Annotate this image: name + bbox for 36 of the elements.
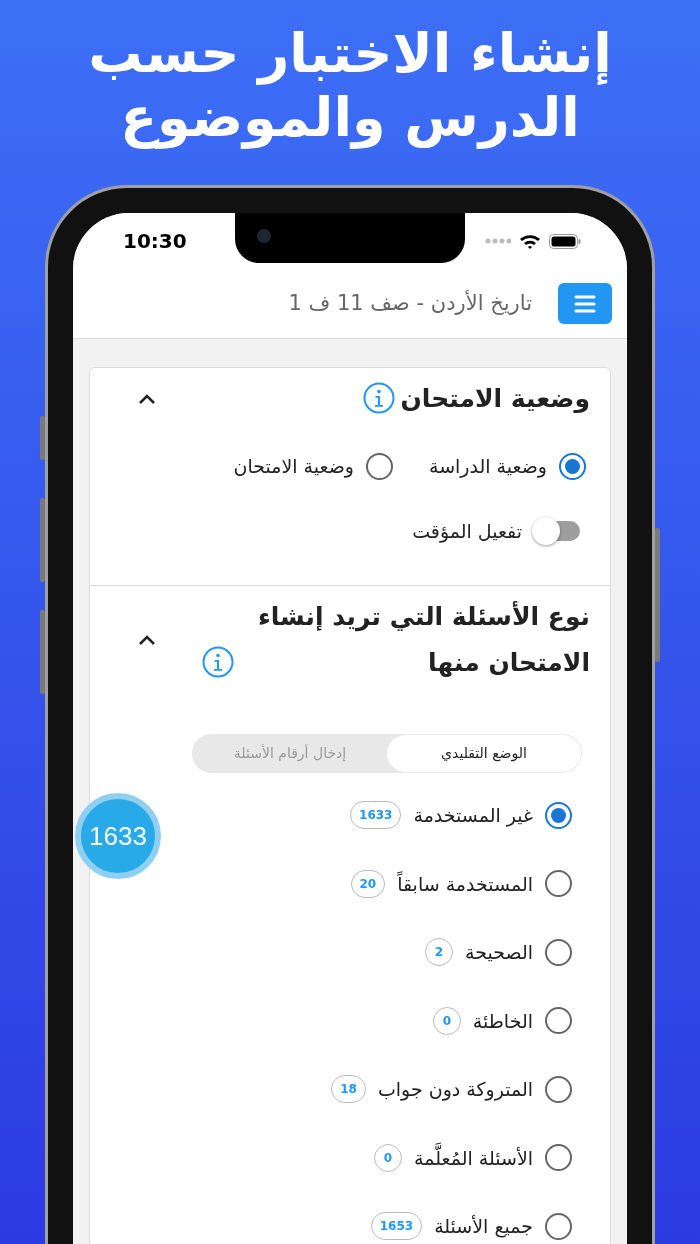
radio-label: الأسئلة المُعلَّمة [414, 1143, 533, 1172]
radio-label: المتروكة دون جواب [377, 1077, 533, 1103]
radio-button[interactable] [559, 452, 586, 480]
section-title: وضعية الامتحان [400, 383, 590, 415]
battery-icon [549, 233, 581, 249]
wifi-icon [519, 233, 541, 249]
segment-tab[interactable]: الوضع التقليدي [387, 735, 581, 772]
radio-label: غير المستخدمة [413, 803, 533, 829]
radio-label: الصحيحة [465, 940, 533, 965]
signal-icon [485, 238, 511, 244]
radio-label: وضعية الدراسة [428, 454, 547, 480]
radio-button[interactable] [545, 1144, 572, 1172]
section-title: نوع الأسئلة التي تريد إنشاء الامتحان منها [256, 600, 590, 679]
radio-button[interactable] [545, 1007, 572, 1035]
radio-label: الخاطئة [472, 1008, 533, 1034]
toggle-label: تفعيل المؤقت [412, 518, 522, 545]
radio-button[interactable] [545, 801, 572, 829]
camera-icon [257, 229, 271, 243]
menu-button[interactable] [558, 283, 612, 324]
radio-label: جميع الأسئلة [434, 1214, 533, 1240]
radio-button[interactable] [545, 1075, 572, 1103]
chevron-up-icon[interactable] [138, 393, 156, 405]
headline: الدرس والموضوع [120, 86, 580, 150]
info-icon[interactable] [202, 646, 234, 678]
menu-icon [574, 294, 596, 313]
status-time: 10:30 [123, 228, 187, 255]
radio-button[interactable] [545, 938, 572, 966]
headline: إنشاء الاختبار حسب [88, 22, 612, 86]
info-icon[interactable] [362, 382, 395, 414]
chevron-up-icon[interactable] [138, 634, 156, 646]
radio-label: وضعية الامتحان [233, 454, 354, 480]
radio-button[interactable] [545, 1212, 572, 1240]
radio-button[interactable] [365, 452, 393, 480]
radio-button[interactable] [545, 870, 572, 898]
radio-label: المستخدمة سابقاً [397, 870, 533, 897]
app-title: تاريخ الأردن - صف 11 ف 1 [288, 289, 532, 317]
